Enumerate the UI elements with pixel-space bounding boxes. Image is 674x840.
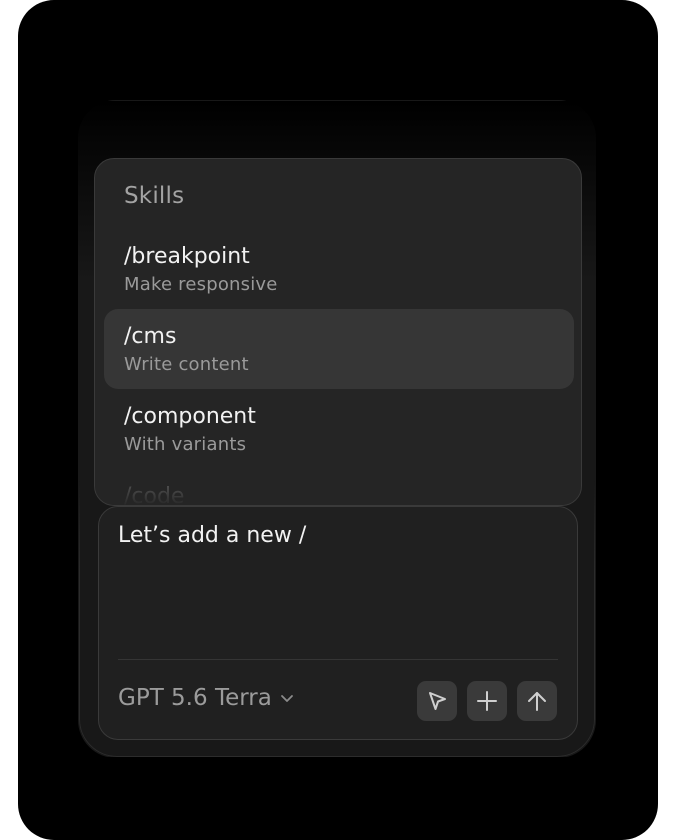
skill-item-cms[interactable]: /cms Write content — [104, 309, 574, 389]
skills-menu-title: Skills — [124, 183, 185, 209]
model-selector[interactable]: GPT 5.6 Terra — [118, 685, 294, 711]
chevron-down-icon — [280, 695, 293, 702]
app-screen: Skills /breakpoint Make responsive /cms … — [18, 0, 658, 840]
skill-command: /component — [124, 404, 256, 429]
plus-icon — [477, 691, 497, 711]
skill-item-code[interactable]: /code — [104, 469, 574, 506]
send-button[interactable] — [517, 681, 557, 721]
skill-command: /breakpoint — [124, 244, 250, 269]
skill-item-breakpoint[interactable]: /breakpoint Make responsive — [104, 229, 574, 309]
message-input[interactable]: Let’s add a new / — [118, 523, 306, 548]
skill-command: /code — [124, 484, 185, 506]
skill-description: Write content — [124, 354, 249, 375]
cursor-arrow-icon — [429, 692, 446, 710]
add-button[interactable] — [467, 681, 507, 721]
skill-item-component[interactable]: /component With variants — [104, 389, 574, 469]
skill-description: Make responsive — [124, 274, 278, 295]
divider — [118, 659, 558, 660]
skill-command: /cms — [124, 324, 177, 349]
cursor-button[interactable] — [417, 681, 457, 721]
skill-description: With variants — [124, 434, 247, 455]
message-composer: Let’s add a new / GPT 5.6 Terra — [98, 506, 578, 740]
arrow-up-icon — [528, 692, 546, 711]
skills-menu: Skills /breakpoint Make responsive /cms … — [94, 158, 582, 506]
model-name: GPT 5.6 Terra — [118, 685, 272, 711]
